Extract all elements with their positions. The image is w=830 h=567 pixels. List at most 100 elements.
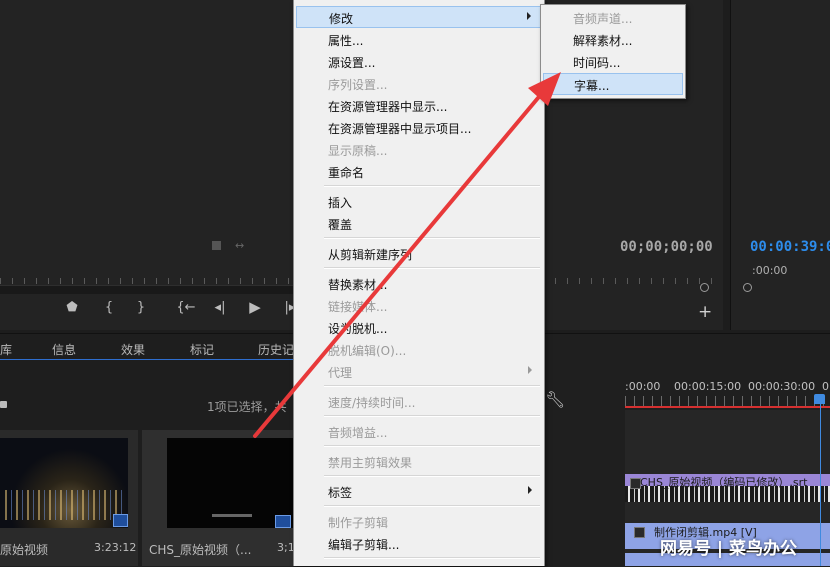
end-marker-icon[interactable] xyxy=(700,283,709,292)
ruler-label: 0 xyxy=(822,380,829,393)
menu-item-label: 链接媒体... xyxy=(328,300,388,314)
step-back-icon[interactable]: ◂| xyxy=(210,300,230,315)
menu-item-label: 代理 xyxy=(328,366,353,380)
menu-separator xyxy=(324,557,540,559)
submenu-item-audio-channels[interactable]: 音频声道... xyxy=(543,7,683,29)
media-item-name[interactable]: CHS_原始视频（... xyxy=(149,541,251,558)
menu-separator xyxy=(324,475,540,477)
menu-separator xyxy=(324,237,540,239)
menu-item-label: 重命名 xyxy=(328,166,365,180)
modify-submenu: 音频声道... 解释素材... 时间码... 字幕... xyxy=(540,4,686,99)
menu-item-insert[interactable]: 插入 xyxy=(296,191,542,213)
subtitle-clip-label: CHS_原始视频（编码已修改）.srt xyxy=(640,476,808,489)
tab-info[interactable]: 信息 xyxy=(52,341,76,358)
go-to-in-icon[interactable]: {← xyxy=(176,300,196,315)
submenu-item-label: 字幕... xyxy=(574,79,610,93)
ruler-label: 00:00:30:00 xyxy=(748,380,816,393)
program-ruler-start-label: :00:00 xyxy=(752,264,788,277)
menu-item-label: 从剪辑新建序列 xyxy=(328,248,413,262)
watermark: 网易号 | 菜鸟办公 xyxy=(660,539,798,559)
menu-item-disable-master-clip-effects[interactable]: 禁用主剪辑效果 xyxy=(296,451,542,473)
menu-item-proxy[interactable]: 代理 xyxy=(296,361,542,383)
timeline-ruler-labels: :00:00 00:00:15:00 00:00:30:00 0 xyxy=(625,380,830,396)
menu-item-label: 替换素材... xyxy=(328,278,388,292)
menu-item-label: 禁用主剪辑效果 xyxy=(328,456,413,470)
menu-item-make-subclip[interactable]: 制作子剪辑 xyxy=(296,511,542,533)
menu-item-label-color[interactable]: 标签 xyxy=(296,481,542,503)
menu-item-modify[interactable]: 修改 xyxy=(296,6,542,28)
menu-item-speed-duration[interactable]: 速度/持续时间... xyxy=(296,391,542,413)
work-area-bar[interactable] xyxy=(625,406,830,408)
caption-badge-icon xyxy=(275,515,291,528)
menu-item-label: 属性... xyxy=(328,34,364,48)
playhead-line[interactable] xyxy=(820,400,821,566)
tab-history[interactable]: 历史记 xyxy=(258,341,294,358)
safe-margin-icon[interactable] xyxy=(212,241,221,250)
menu-item-properties[interactable]: 属性... xyxy=(296,29,542,51)
out-point-icon[interactable]: } xyxy=(131,300,151,315)
menu-item-label: 覆盖 xyxy=(328,218,353,232)
ruler-label: :00:00 xyxy=(625,380,661,393)
menu-item-link-media[interactable]: 链接媒体... xyxy=(296,295,542,317)
menu-item-make-offline[interactable]: 设为脱机... xyxy=(296,317,542,339)
play-icon[interactable]: ▶ xyxy=(245,298,265,316)
source-scrub-bar[interactable] xyxy=(0,285,293,294)
context-menu: 修改 属性... 源设置... 序列设置... 在资源管理器中显示... 在资源… xyxy=(293,0,545,566)
fit-icon[interactable]: ↔ xyxy=(235,239,244,252)
in-point-icon[interactable]: { xyxy=(99,300,119,315)
menu-item-reveal-original[interactable]: 显示原稿... xyxy=(296,139,542,161)
playhead-ring-icon[interactable] xyxy=(743,283,752,292)
menu-item-overwrite[interactable]: 覆盖 xyxy=(296,213,542,235)
program-monitor-right-panel xyxy=(730,0,830,330)
menu-item-edit-subclip[interactable]: 编辑子剪辑... xyxy=(296,533,542,555)
list-view-icon[interactable] xyxy=(0,401,7,408)
menu-item-replace-footage[interactable]: 替换素材... xyxy=(296,273,542,295)
menu-item-label: 设为脱机... xyxy=(328,322,388,336)
submenu-item-captions[interactable]: 字幕... xyxy=(543,73,683,95)
submenu-item-label: 时间码... xyxy=(573,56,621,70)
menu-item-sequence-settings[interactable]: 序列设置... xyxy=(296,73,542,95)
submenu-item-label: 解释素材... xyxy=(573,34,633,48)
marker-icon[interactable]: ⬟ xyxy=(62,300,82,315)
menu-item-edit-offline[interactable]: 脱机编辑(O)... xyxy=(296,339,542,361)
tab-markers[interactable]: 标记 xyxy=(190,341,214,358)
source-time-ruler[interactable] xyxy=(0,270,293,284)
menu-item-label: 制作子剪辑 xyxy=(328,516,389,530)
caption-preview-line xyxy=(212,514,252,517)
program-time-ruler[interactable] xyxy=(543,270,723,284)
submenu-item-timecode[interactable]: 时间码... xyxy=(543,51,683,73)
menu-item-new-sequence-from-clip[interactable]: 从剪辑新建序列 xyxy=(296,243,542,265)
program-timecode[interactable]: 00:00:39:00 xyxy=(750,239,830,255)
ruler-label: 00:00:15:00 xyxy=(674,380,742,393)
timeline-ruler[interactable] xyxy=(625,396,830,406)
media-item-duration: 3:23:12 xyxy=(94,541,137,554)
menu-item-label: 插入 xyxy=(328,196,353,210)
submenu-item-label: 音频声道... xyxy=(573,12,633,26)
tab-library[interactable]: 库 xyxy=(0,341,12,358)
playhead-handle[interactable] xyxy=(814,394,825,404)
tab-effects[interactable]: 效果 xyxy=(121,341,145,358)
submenu-arrow-icon xyxy=(527,12,531,20)
wrench-icon[interactable]: 🔧︎ xyxy=(545,390,565,409)
menu-item-show-in-explorer[interactable]: 在资源管理器中显示... xyxy=(296,95,542,117)
menu-separator xyxy=(324,415,540,417)
menu-item-label: 在资源管理器中显示... xyxy=(328,100,448,114)
submenu-item-interpret-footage[interactable]: 解释素材... xyxy=(543,29,683,51)
menu-item-label: 显示原稿... xyxy=(328,144,388,158)
menu-separator xyxy=(324,185,540,187)
video-badge-icon xyxy=(113,514,128,527)
menu-item-show-project-in-explorer[interactable]: 在资源管理器中显示项目... xyxy=(296,117,542,139)
menu-item-rename[interactable]: 重命名 xyxy=(296,161,542,183)
menu-item-label: 修改 xyxy=(329,12,354,26)
menu-item-audio-gain[interactable]: 音频增益... xyxy=(296,421,542,443)
submenu-arrow-icon xyxy=(528,366,532,374)
add-button-icon[interactable]: + xyxy=(698,302,712,322)
source-timecode[interactable]: 00;00;00;00 xyxy=(620,239,713,255)
menu-item-label: 音频增益... xyxy=(328,426,388,440)
menu-item-label: 脱机编辑(O)... xyxy=(328,344,407,358)
menu-item-label: 源设置... xyxy=(328,56,376,70)
media-item-name[interactable]: 原始视频 xyxy=(0,541,48,558)
menu-item-label: 标签 xyxy=(328,486,353,500)
menu-separator xyxy=(324,385,540,387)
menu-item-source-settings[interactable]: 源设置... xyxy=(296,51,542,73)
